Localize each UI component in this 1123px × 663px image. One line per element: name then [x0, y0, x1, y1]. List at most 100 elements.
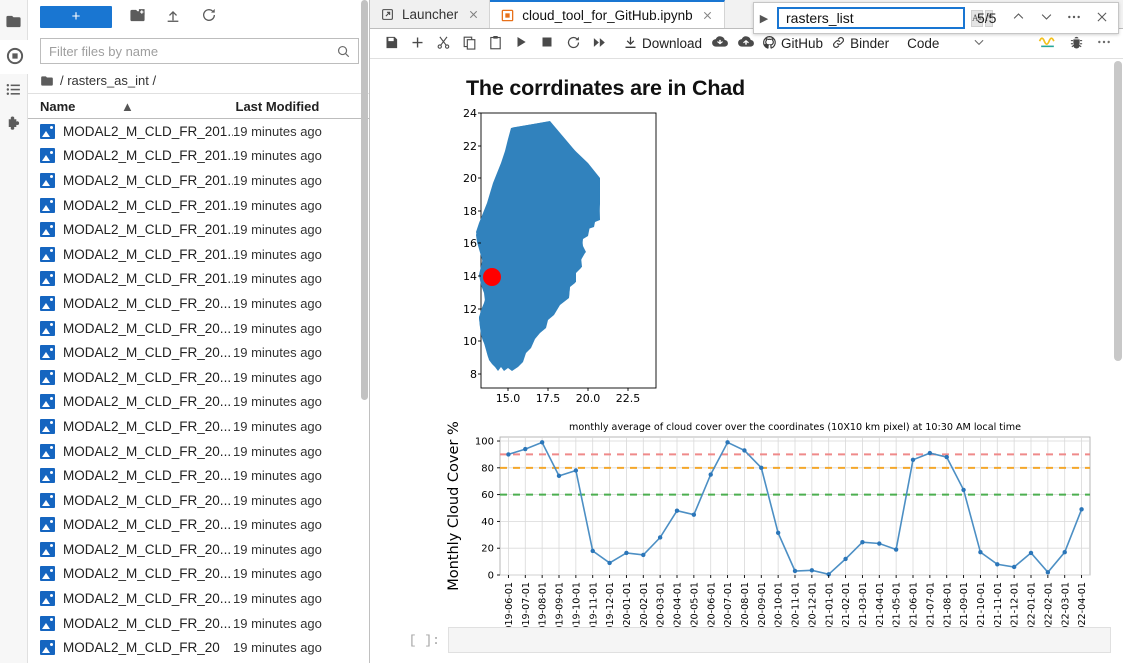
notebook-scrollbar[interactable] [1114, 59, 1122, 663]
chevron-right-icon[interactable]: ▶ [757, 12, 771, 25]
file-list-item[interactable]: MODAL2_M_CLD_FR_20... 19 minutes ago [28, 390, 369, 415]
file-list[interactable]: MODAL2_M_CLD_FR_201... 19 minutes ago MODA… [28, 119, 369, 663]
file-list-item[interactable]: MODAL2_M_CLD_FR_201... 19 minutes ago [28, 168, 369, 193]
column-header-last-modified[interactable]: ▲ Last Modified [121, 99, 361, 114]
upload-button[interactable] [162, 6, 184, 28]
notebook-scroll-area[interactable]: The corrdinates are in Chad 24 22 20 18 … [370, 59, 1123, 663]
download-button[interactable]: Download [620, 31, 707, 57]
file-list-item[interactable]: MODAL2_M_CLD_FR_20... 19 minutes ago [28, 586, 369, 611]
search-input[interactable] [41, 39, 336, 63]
file-name: MODAL2_M_CLD_FR_201... [63, 148, 233, 164]
new-launcher-button[interactable]: + [40, 5, 112, 28]
notebook-icon [501, 9, 514, 22]
file-list-item[interactable]: MODAL2_M_CLD_FR_20... 19 minutes ago [28, 562, 369, 587]
search-options-button[interactable] [1063, 7, 1085, 29]
save-button[interactable] [378, 31, 404, 57]
chevron-down-icon [1039, 9, 1054, 27]
search-field[interactable]: Aa .* [777, 7, 994, 29]
file-list-item[interactable]: MODAL2_M_CLD_FR_20... 19 minutes ago [28, 414, 369, 439]
sidebar-item-running[interactable] [0, 40, 28, 74]
file-list-item[interactable]: MODAL2_M_CLD_FR_201... 19 minutes ago [28, 193, 369, 218]
search-input[interactable] [784, 9, 969, 27]
stop-button[interactable] [534, 31, 560, 57]
close-icon[interactable] [701, 8, 715, 22]
github-button[interactable]: GitHub [759, 31, 828, 57]
file-list-item[interactable]: MODAL2_M_CLD_FR_20... 19 minutes ago [28, 463, 369, 488]
upload-icon [165, 7, 181, 26]
scrollbar-thumb[interactable] [361, 0, 368, 400]
file-list-item[interactable]: MODAL2_M_CLD_FR_20... 19 minutes ago [28, 537, 369, 562]
tab-launcher[interactable]: Launcher [370, 0, 491, 28]
file-list-item[interactable]: MODAL2_M_CLD_FR_201... 19 minutes ago [28, 267, 369, 292]
run-button[interactable] [508, 31, 534, 57]
sidebar-item-file-browser[interactable] [0, 6, 28, 40]
cell-type-caret[interactable] [966, 31, 992, 57]
file-last-modified: 19 minutes ago [233, 517, 322, 533]
binder-button[interactable]: Binder [828, 31, 894, 57]
cut-button[interactable] [430, 31, 456, 57]
file-last-modified: 19 minutes ago [233, 172, 322, 188]
file-list-item[interactable]: MODAL2_M_CLD_FR_20... 19 minutes ago [28, 340, 369, 365]
file-list-item[interactable]: MODAL2_M_CLD_FR_20... 19 minutes ago [28, 439, 369, 464]
cell-editor[interactable] [448, 627, 1111, 653]
close-icon[interactable] [466, 7, 480, 21]
search-icon[interactable] [336, 44, 358, 59]
file-last-modified: 19 minutes ago [233, 222, 322, 238]
refresh-button[interactable] [198, 6, 220, 28]
debugger-button[interactable] [1063, 31, 1089, 57]
cloud-download-icon [711, 34, 729, 53]
file-list-item[interactable]: MODAL2_M_CLD_FR_20... 19 minutes ago [28, 291, 369, 316]
notebook-toolbar-right [1034, 31, 1117, 57]
file-list-item[interactable]: MODAL2_M_CLD_FR_20 19 minutes ago [28, 635, 369, 660]
paste-button[interactable] [482, 31, 508, 57]
sidebar-item-extensions[interactable] [0, 108, 28, 142]
ytick-24: 24 [463, 107, 477, 120]
toolbar-more-button[interactable] [1091, 31, 1117, 57]
xtick-15: 15.0 [496, 392, 521, 405]
image-file-icon [40, 345, 55, 361]
search-next-button[interactable] [1035, 7, 1057, 29]
sidebar-item-commands[interactable] [0, 74, 28, 108]
breadcrumb[interactable]: / rasters_as_int / [28, 68, 369, 93]
code-cell[interactable]: [ ]: [380, 627, 1111, 653]
file-name: MODAL2_M_CLD_FR_20... [63, 517, 232, 533]
file-name: MODAL2_M_CLD_FR_20 [63, 640, 220, 656]
file-filter[interactable] [40, 38, 359, 64]
link-icon [831, 35, 846, 53]
insert-cell-button[interactable] [404, 31, 430, 57]
tab-notebook[interactable]: cloud_tool_for_GitHub.ipynb [490, 0, 725, 28]
search-match-count: 5/5 [977, 10, 997, 26]
paste-icon [488, 35, 503, 53]
image-file-icon [40, 394, 55, 410]
file-list-item[interactable]: MODAL2_M_CLD_FR_20... 19 minutes ago [28, 365, 369, 390]
file-last-modified: 19 minutes ago [233, 320, 322, 336]
file-name: MODAL2_M_CLD_FR_201... [63, 172, 233, 188]
scrollbar-thumb[interactable] [1114, 61, 1122, 361]
file-list-item[interactable]: MODAL2_M_CLD_FR_20... 19 minutes ago [28, 488, 369, 513]
restart-run-all-button[interactable] [586, 31, 612, 57]
cell-type-select[interactable]: Code [904, 31, 944, 57]
git-push-button[interactable] [733, 31, 759, 57]
file-last-modified: 19 minutes ago [233, 566, 322, 582]
search-prev-button[interactable] [1007, 7, 1029, 29]
kernel-status-button[interactable] [1034, 31, 1061, 57]
restart-kernel-button[interactable] [560, 31, 586, 57]
image-file-icon [40, 615, 55, 631]
file-list-item[interactable]: MODAL2_M_CLD_FR_20... 19 minutes ago [28, 611, 369, 636]
search-close-button[interactable] [1091, 7, 1113, 29]
download-label: Download [642, 36, 703, 51]
file-list-scrollbar[interactable] [361, 0, 368, 663]
new-folder-button[interactable] [126, 6, 148, 28]
file-last-modified: 19 minutes ago [233, 492, 322, 508]
column-header-name[interactable]: Name [40, 99, 233, 114]
file-list-item[interactable]: MODAL2_M_CLD_FR_201... 19 minutes ago [28, 144, 369, 169]
file-list-item[interactable]: MODAL2_M_CLD_FR_201... 19 minutes ago [28, 242, 369, 267]
file-list-item[interactable]: MODAL2_M_CLD_FR_20... 19 minutes ago [28, 513, 369, 538]
file-list-item[interactable]: MODAL2_M_CLD_FR_201... 19 minutes ago [28, 119, 369, 144]
file-list-item[interactable]: MODAL2_M_CLD_FR_20... 19 minutes ago [28, 316, 369, 341]
file-last-modified: 19 minutes ago [233, 345, 322, 361]
file-list-item[interactable]: MODAL2_M_CLD_FR_201... 19 minutes ago [28, 217, 369, 242]
copy-button[interactable] [456, 31, 482, 57]
git-pull-button[interactable] [707, 31, 733, 57]
file-name: MODAL2_M_CLD_FR_201... [63, 271, 233, 287]
